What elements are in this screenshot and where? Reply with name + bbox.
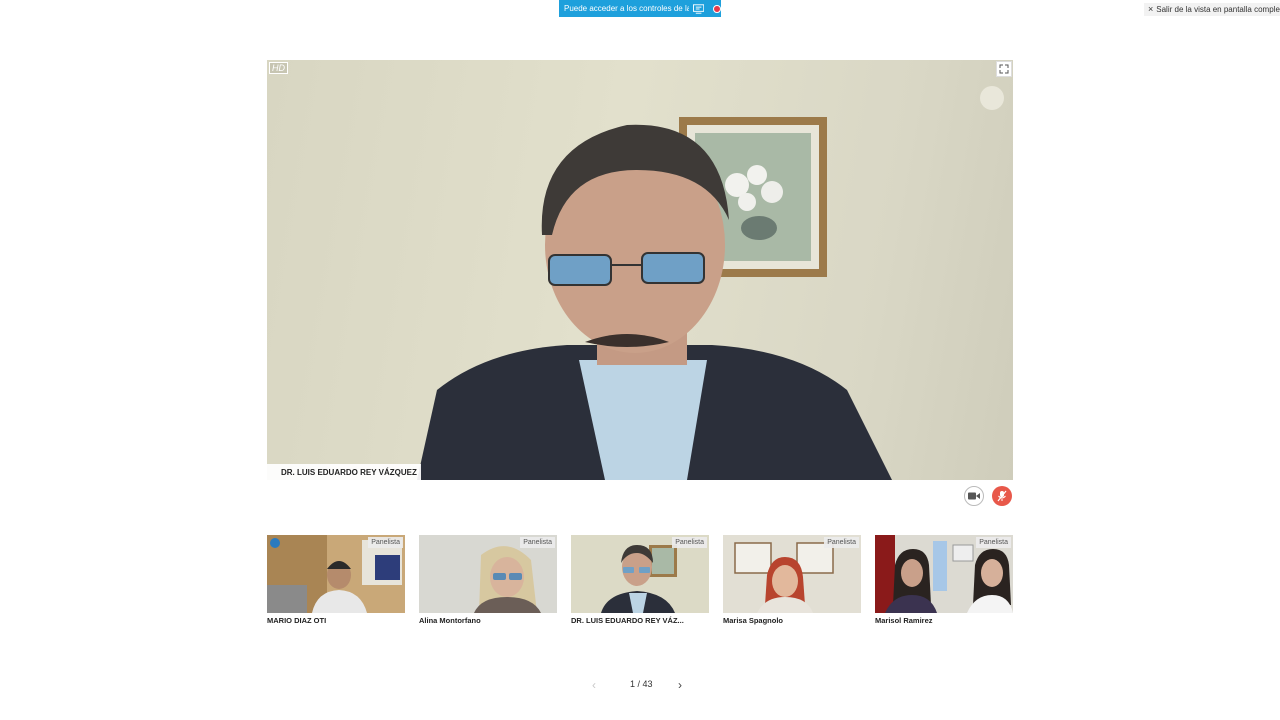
microphone-toggle-button[interactable]: [992, 486, 1012, 506]
camera-toggle-button[interactable]: [964, 486, 984, 506]
expand-icon: [999, 64, 1009, 74]
role-badge: Panelista: [520, 537, 555, 548]
participant-name: Alina Montorfano: [419, 616, 481, 625]
participant-name: DR. LUIS EDUARDO REY VÁZ...: [571, 616, 684, 625]
participant-tile[interactable]: Panelista MARIO DIAZ OTI: [267, 535, 405, 629]
main-video-stage[interactable]: HD DR. LUIS EDUARDO REY VÁZQUEZ: [267, 60, 1013, 480]
speaker-video-feed: [417, 86, 1004, 480]
sharing-notification-banner[interactable]: Puede acceder a los controles de la...: [559, 0, 721, 17]
screen-share-icon: [693, 3, 705, 14]
record-dot-icon: [713, 4, 721, 13]
speaker-name-tag: DR. LUIS EDUARDO REY VÁZQUEZ: [267, 464, 421, 480]
role-badge: Panelista: [672, 537, 707, 548]
role-badge: Panelista: [976, 537, 1011, 548]
participant-tile[interactable]: Panelista Marisol Ramirez: [875, 535, 1013, 629]
participant-tile[interactable]: Panelista Marisa Spagnolo: [723, 535, 861, 629]
mic-muted-icon: [997, 490, 1007, 502]
exit-fullscreen-button[interactable]: × Salir de la vista en pantalla completa: [1144, 3, 1280, 16]
participant-name: Marisol Ramirez: [875, 616, 933, 625]
page-indicator: 1 / 43: [630, 679, 653, 689]
pagination: ‹ 1 / 43 ›: [590, 678, 690, 692]
chevron-right-icon[interactable]: ›: [678, 678, 682, 692]
exit-fullscreen-label: Salir de la vista en pantalla completa: [1156, 5, 1280, 14]
participant-name: MARIO DIAZ OTI: [267, 616, 327, 625]
banner-text: Puede acceder a los controles de la...: [564, 4, 690, 13]
expand-button[interactable]: [996, 61, 1012, 77]
camera-icon: [968, 492, 980, 500]
chevron-left-icon[interactable]: ‹: [592, 678, 596, 692]
participant-tile[interactable]: Panelista Alina Montorfano: [419, 535, 557, 629]
participant-tile[interactable]: Panelista DR. LUIS EDUARDO REY VÁZ...: [571, 535, 709, 629]
close-icon: ×: [1148, 4, 1154, 14]
role-badge: Panelista: [368, 537, 403, 548]
participant-name: Marisa Spagnolo: [723, 616, 784, 625]
hd-badge: HD: [269, 62, 288, 74]
role-badge: Panelista: [824, 537, 859, 548]
